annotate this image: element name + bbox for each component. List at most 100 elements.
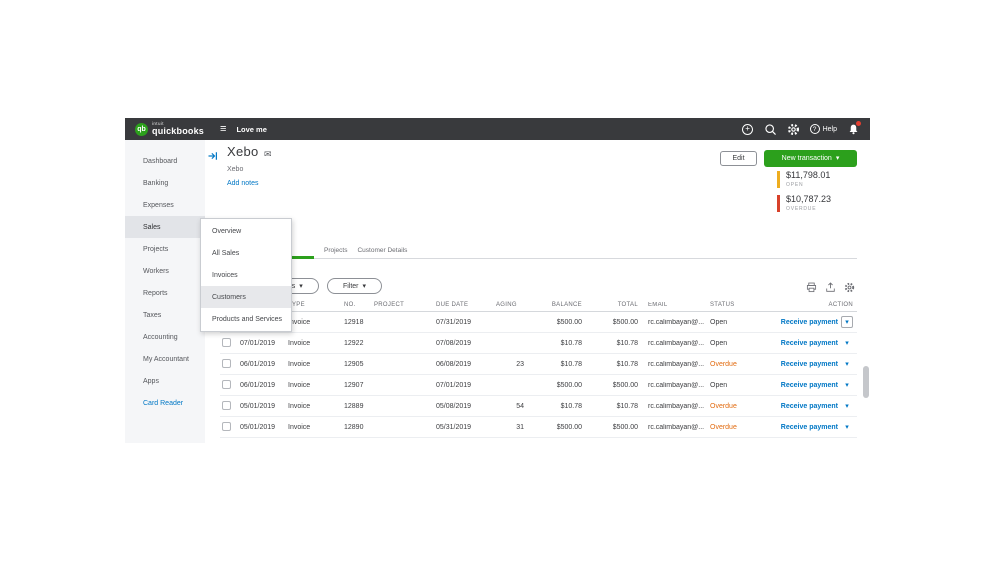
receive-payment-link[interactable]: Receive payment [781, 382, 838, 389]
cell-balance: $10.78 [526, 340, 582, 347]
cell-total: $500.00 [582, 424, 638, 431]
sidebar-item-projects[interactable]: Projects [125, 238, 205, 260]
caret-down-icon: ▾ [299, 283, 303, 290]
sidebar-item-dashboard[interactable]: Dashboard [125, 150, 205, 172]
sidebar-item-taxes[interactable]: Taxes [125, 304, 205, 326]
cell-total: $500.00 [582, 382, 638, 389]
sidebar-item-accounting[interactable]: Accounting [125, 326, 205, 348]
overdue-indicator-bar [777, 195, 780, 212]
search-icon[interactable] [764, 122, 778, 136]
main-content: Xebo ✉ Xebo Add notes Edit New transacti… [205, 140, 870, 443]
receive-payment-link[interactable]: Receive payment [781, 319, 838, 326]
col-header-aging[interactable]: AGING [496, 302, 526, 308]
tab-projects[interactable]: Projects [324, 247, 347, 258]
status-badge: Open [708, 382, 758, 389]
tab-bar: Transaction List Projects Customer Detai… [220, 243, 857, 259]
action-menu-button[interactable]: ▾ [841, 316, 853, 328]
action-menu-button[interactable]: ▾ [841, 421, 853, 433]
col-header-type[interactable]: TYPE [288, 302, 344, 308]
quickbooks-logo: qb intuit quickbooks [135, 122, 204, 136]
receive-payment-link[interactable]: Receive payment [781, 424, 838, 431]
collapse-sidebar-icon[interactable] [207, 150, 219, 162]
cell-total: $10.78 [582, 340, 638, 347]
new-transaction-button[interactable]: New transaction ▾ [764, 150, 857, 167]
open-indicator-bar [777, 171, 780, 188]
open-balance-summary: $11,798.01 OPEN [777, 171, 830, 188]
cell-date: 06/01/2019 [240, 361, 288, 368]
action-menu-button[interactable]: ▾ [841, 358, 853, 370]
cell-type: Invoice [288, 382, 344, 389]
receive-payment-link[interactable]: Receive payment [781, 403, 838, 410]
sidebar-item-sales[interactable]: Sales [125, 216, 205, 238]
cell-due-date: 05/08/2019 [436, 403, 496, 410]
col-header-balance[interactable]: BALANCE [526, 302, 582, 308]
table-row: 05/01/2019 Invoice 12890 05/31/2019 31 $… [220, 417, 857, 438]
sidebar-item-apps[interactable]: Apps [125, 370, 205, 392]
help-button[interactable]: ? Help [810, 124, 837, 134]
gear-icon[interactable] [787, 122, 801, 136]
menu-item-customers[interactable]: Customers [201, 286, 291, 308]
export-icon[interactable] [825, 282, 836, 293]
cell-date: 07/01/2019 [240, 340, 288, 347]
action-menu-button[interactable]: ▾ [841, 379, 853, 391]
table-row: 05/01/2019 Invoice 12889 05/08/2019 54 $… [220, 396, 857, 417]
help-icon: ? [810, 124, 820, 134]
caret-down-icon: ▾ [363, 283, 367, 290]
print-icon[interactable] [806, 282, 817, 293]
row-checkbox[interactable] [222, 359, 231, 368]
row-checkbox[interactable] [222, 338, 231, 347]
action-menu-button[interactable]: ▾ [841, 337, 853, 349]
cell-no: 12905 [344, 361, 374, 368]
col-header-email[interactable]: EMAIL [638, 302, 708, 308]
sidebar-item-expenses[interactable]: Expenses [125, 194, 205, 216]
cell-balance: $500.00 [526, 424, 582, 431]
overdue-amount: $10,787.23 [786, 195, 831, 205]
email-envelope-icon[interactable]: ✉ [264, 149, 272, 160]
row-checkbox[interactable] [222, 401, 231, 410]
menu-item-invoices[interactable]: Invoices [201, 264, 291, 286]
table-settings-gear-icon[interactable] [844, 282, 855, 293]
overdue-label: OVERDUE [786, 206, 831, 212]
menu-item-products-and-services[interactable]: Products and Services [201, 308, 291, 330]
menu-item-all-sales[interactable]: All Sales [201, 242, 291, 264]
cell-no: 12918 [344, 319, 374, 326]
create-plus-icon[interactable]: + [741, 122, 755, 136]
add-notes-link[interactable]: Add notes [227, 180, 259, 187]
receive-payment-link[interactable]: Receive payment [781, 361, 838, 368]
receive-payment-link[interactable]: Receive payment [781, 340, 838, 347]
sidebar-item-reports[interactable]: Reports [125, 282, 205, 304]
vertical-scrollbar-thumb[interactable] [863, 366, 869, 398]
table-header-row: DATE TYPE NO. PROJECT DUE DATE AGING BAL… [220, 298, 857, 312]
hamburger-menu-icon[interactable]: ≡ [220, 124, 226, 135]
row-checkbox[interactable] [222, 380, 231, 389]
col-header-total[interactable]: TOTAL [582, 302, 638, 308]
qb-logo-icon: qb [135, 123, 148, 136]
notifications-bell-icon[interactable] [846, 122, 860, 136]
sidebar-item-my-accountant[interactable]: My Accountant [125, 348, 205, 370]
cell-aging: 31 [496, 424, 526, 431]
edit-button[interactable]: Edit [720, 151, 757, 166]
sidebar-item-card-reader[interactable]: Card Reader [125, 392, 205, 414]
col-header-project[interactable]: PROJECT [374, 302, 436, 308]
cell-type: Invoice [288, 361, 344, 368]
quickbooks-brand-label: quickbooks [152, 127, 204, 136]
col-header-status[interactable]: STATUS [708, 302, 758, 308]
col-header-no[interactable]: NO. [344, 302, 374, 308]
sidebar-item-banking[interactable]: Banking [125, 172, 205, 194]
open-label: OPEN [786, 182, 830, 188]
customer-company: Xebo [227, 166, 243, 173]
cell-due-date: 06/08/2019 [436, 361, 496, 368]
cell-due-date: 07/08/2019 [436, 340, 496, 347]
cell-due-date: 07/01/2019 [436, 382, 496, 389]
col-header-due-date[interactable]: DUE DATE [436, 302, 496, 308]
row-checkbox[interactable] [222, 422, 231, 431]
menu-item-overview[interactable]: Overview [201, 220, 291, 242]
sidebar-item-workers[interactable]: Workers [125, 260, 205, 282]
tab-customer-details[interactable]: Customer Details [357, 247, 407, 258]
customer-name: Xebo [227, 144, 259, 159]
cell-email: rc.calimbayan@... [638, 382, 708, 389]
cell-balance: $10.78 [526, 361, 582, 368]
cell-due-date: 05/31/2019 [436, 424, 496, 431]
filter-button[interactable]: Filter ▾ [327, 278, 382, 294]
action-menu-button[interactable]: ▾ [841, 400, 853, 412]
